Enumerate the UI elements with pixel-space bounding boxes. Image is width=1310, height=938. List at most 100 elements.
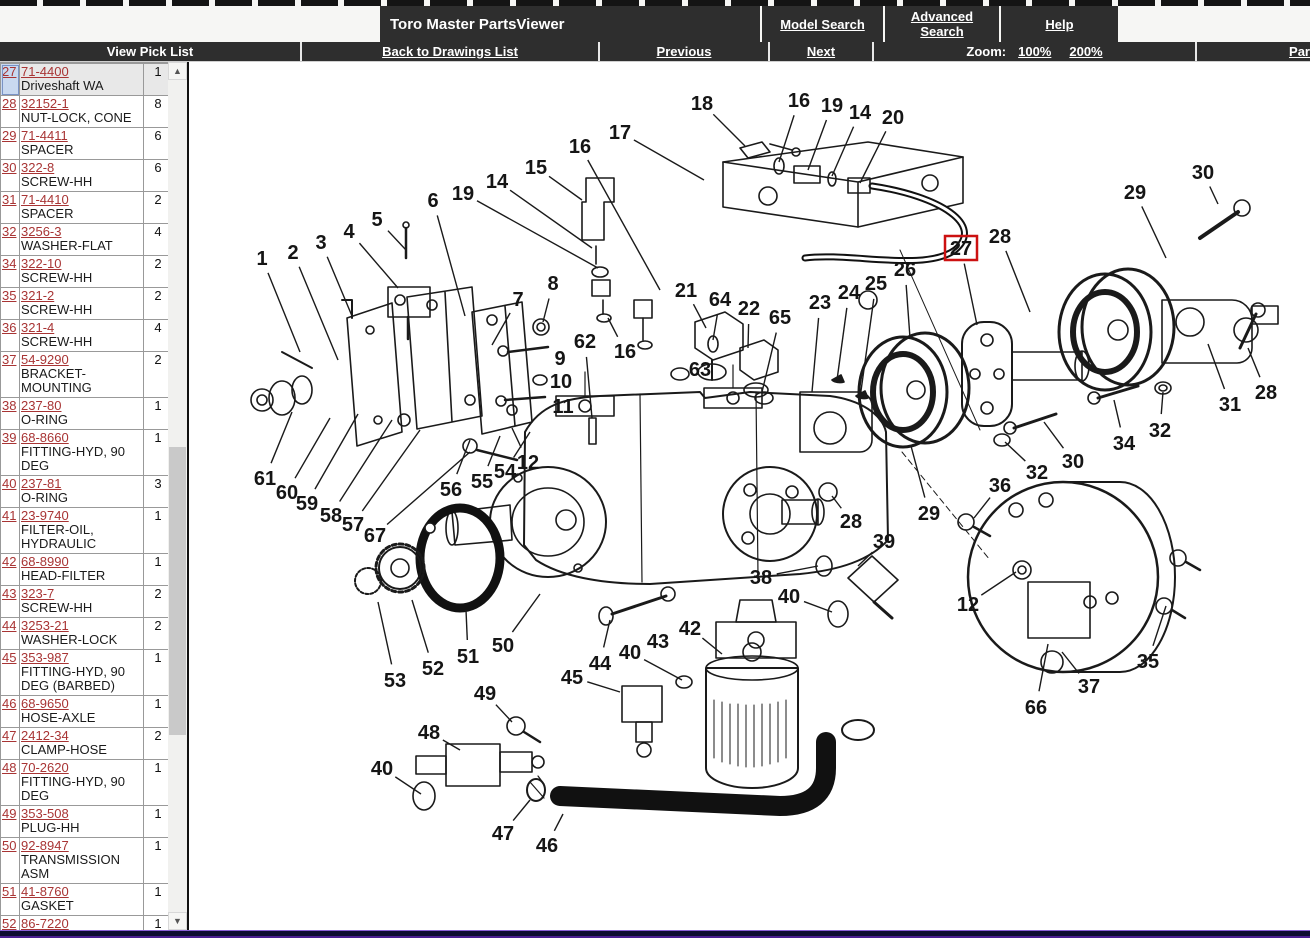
part-number-link[interactable]: 321-2 (21, 288, 54, 303)
row-number-link[interactable]: 37 (2, 352, 16, 367)
scroll-down-button[interactable]: ▼ (168, 912, 187, 930)
diagram-callout-44[interactable]: 44 (589, 653, 612, 675)
zoom-200-link[interactable]: 200% (1069, 44, 1102, 59)
parts-link-clipped[interactable]: Par (1195, 42, 1310, 61)
row-number-link[interactable]: 43 (2, 586, 16, 601)
diagram-callout-56[interactable]: 56 (440, 479, 462, 501)
diagram-callout-22[interactable]: 22 (738, 298, 760, 320)
menu-advanced-search[interactable]: Advanced Search (883, 6, 999, 42)
diagram-callout-60[interactable]: 60 (276, 482, 298, 504)
next-button[interactable]: Next (768, 42, 872, 61)
part-number-link[interactable]: 323-7 (21, 586, 54, 601)
parts-link-label[interactable]: Par (1289, 44, 1310, 59)
row-number-link[interactable]: 51 (2, 884, 16, 899)
part-number-link[interactable]: 68-8990 (21, 554, 69, 569)
parts-list-scrollbar[interactable]: ▲ ▼ (168, 62, 187, 930)
previous-label[interactable]: Previous (657, 44, 712, 59)
diagram-callout-19[interactable]: 19 (821, 95, 843, 117)
diagram-callout-28[interactable]: 28 (840, 511, 862, 533)
scrollbar-thumb[interactable] (169, 447, 186, 735)
part-number-link[interactable]: 68-9650 (21, 696, 69, 711)
diagram-callout-28[interactable]: 28 (1255, 382, 1277, 404)
view-pick-list-label[interactable]: View Pick List (107, 44, 193, 59)
diagram-callout-24[interactable]: 24 (838, 282, 861, 304)
part-number-link[interactable]: 92-8947 (21, 838, 69, 853)
diagram-callout-25[interactable]: 25 (865, 273, 887, 295)
part-number-link[interactable]: 32152-1 (21, 96, 69, 111)
model-search-label[interactable]: Model Search (780, 17, 865, 32)
diagram-callout-2[interactable]: 2 (287, 242, 298, 264)
row-number-link[interactable]: 35 (2, 288, 16, 303)
diagram-callout-16[interactable]: 16 (788, 90, 810, 112)
back-to-drawings-button[interactable]: Back to Drawings List (300, 42, 598, 61)
row-number-link[interactable]: 36 (2, 320, 16, 335)
diagram-callout-46[interactable]: 46 (536, 835, 558, 857)
diagram-callout-36[interactable]: 36 (989, 475, 1011, 497)
diagram-callout-58[interactable]: 58 (320, 505, 342, 527)
part-number-link[interactable]: 322-10 (21, 256, 61, 271)
diagram-callout-27[interactable]: 27 (950, 238, 972, 260)
diagram-callout-12[interactable]: 12 (957, 594, 979, 616)
diagram-callout-3[interactable]: 3 (315, 232, 326, 254)
part-number-link[interactable]: 41-8760 (21, 884, 69, 899)
part-number-link[interactable]: 353-508 (21, 806, 69, 821)
diagram-callout-53[interactable]: 53 (384, 670, 406, 692)
part-number-link[interactable]: 3256-3 (21, 224, 61, 239)
zoom-100-link[interactable]: 100% (1018, 44, 1051, 59)
advanced-search-label[interactable]: Advanced Search (897, 9, 987, 39)
row-number-link[interactable]: 44 (2, 618, 16, 633)
diagram-callout-40[interactable]: 40 (619, 642, 641, 664)
diagram-callout-11[interactable]: 11 (552, 396, 573, 418)
diagram-callout-38[interactable]: 38 (750, 567, 772, 589)
diagram-callout-40[interactable]: 40 (778, 586, 800, 608)
row-number-link[interactable]: 39 (2, 430, 16, 445)
row-number-link[interactable]: 30 (2, 160, 16, 175)
diagram-callout-34[interactable]: 34 (1113, 433, 1136, 455)
part-number-link[interactable]: 68-8660 (21, 430, 69, 445)
diagram-callout-66[interactable]: 66 (1025, 697, 1047, 719)
row-number-link[interactable]: 41 (2, 508, 16, 523)
diagram-callout-42[interactable]: 42 (679, 618, 701, 640)
diagram-callout-21[interactable]: 21 (675, 280, 697, 302)
diagram-callout-52[interactable]: 52 (422, 658, 444, 680)
row-number-link[interactable]: 49 (2, 806, 16, 821)
part-number-link[interactable]: 237-81 (21, 476, 61, 491)
row-number-link[interactable]: 47 (2, 728, 16, 743)
row-number-link[interactable]: 48 (2, 760, 16, 775)
diagram-callout-30[interactable]: 30 (1062, 451, 1084, 473)
part-number-link[interactable]: 322-8 (21, 160, 54, 175)
diagram-callout-63[interactable]: 63 (689, 359, 711, 381)
row-number-link[interactable]: 34 (2, 256, 16, 271)
row-number-link[interactable]: 31 (2, 192, 16, 207)
part-number-link[interactable]: 71-4410 (21, 192, 69, 207)
diagram-callout-15[interactable]: 15 (525, 157, 547, 179)
diagram-callout-64[interactable]: 64 (709, 289, 732, 311)
help-label[interactable]: Help (1045, 17, 1073, 32)
diagram-callout-40[interactable]: 40 (371, 758, 393, 780)
row-number-link[interactable]: 38 (2, 398, 16, 413)
diagram-callout-32[interactable]: 32 (1026, 462, 1048, 484)
part-number-link[interactable]: 54-9290 (21, 352, 69, 367)
diagram-callout-12[interactable]: 12 (517, 452, 539, 474)
diagram-callout-23[interactable]: 23 (809, 292, 831, 314)
diagram-callout-62[interactable]: 62 (574, 331, 596, 353)
diagram-callout-47[interactable]: 47 (492, 823, 514, 845)
part-number-link[interactable]: 23-9740 (21, 508, 69, 523)
diagram-callout-14[interactable]: 14 (486, 171, 509, 193)
back-to-drawings-label[interactable]: Back to Drawings List (382, 44, 518, 59)
menu-help[interactable]: Help (999, 6, 1118, 42)
diagram-callout-29[interactable]: 29 (1124, 182, 1146, 204)
diagram-callout-16[interactable]: 16 (569, 136, 591, 158)
part-number-link[interactable]: 237-80 (21, 398, 61, 413)
part-number-link[interactable]: 71-4400 (21, 64, 69, 79)
diagram-callout-5[interactable]: 5 (371, 209, 382, 231)
diagram-callout-57[interactable]: 57 (342, 514, 364, 536)
diagram-callout-1[interactable]: 1 (256, 248, 267, 270)
diagram-callout-54[interactable]: 54 (494, 461, 517, 483)
menu-model-search[interactable]: Model Search (760, 6, 883, 42)
diagram-callout-14[interactable]: 14 (849, 102, 872, 124)
row-number-link[interactable]: 50 (2, 838, 16, 853)
diagram-callout-59[interactable]: 59 (296, 493, 318, 515)
row-number-link[interactable]: 42 (2, 554, 16, 569)
diagram-callout-16[interactable]: 16 (614, 341, 636, 363)
